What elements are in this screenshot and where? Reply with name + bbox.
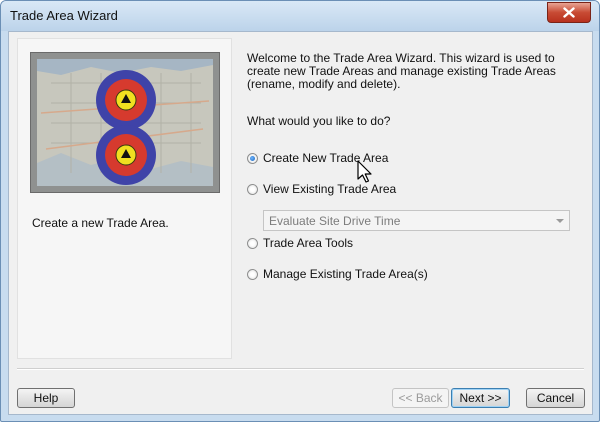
title-bar[interactable]: Trade Area Wizard <box>1 1 599 31</box>
back-button[interactable]: << Back <box>392 388 449 408</box>
intro-text: Welcome to the Trade Area Wizard. This w… <box>247 51 556 91</box>
wizard-body: Create a new Trade Area. Welcome to the … <box>8 31 593 415</box>
option-label: Trade Area Tools <box>263 236 354 250</box>
option-description: Create a new Trade Area. <box>32 216 169 230</box>
window-title: Trade Area Wizard <box>10 8 118 23</box>
footer-divider <box>17 368 584 370</box>
close-icon <box>563 7 575 18</box>
trade-area-map-icon <box>30 52 220 193</box>
next-button[interactable]: Next >> <box>451 388 510 408</box>
question-label: What would you like to do? <box>247 114 391 128</box>
option-view-existing-trade-area[interactable]: View Existing Trade Area <box>247 182 396 196</box>
help-button[interactable]: Help <box>17 388 75 408</box>
option-manage-existing-trade-areas[interactable]: Manage Existing Trade Area(s) <box>247 267 428 281</box>
radio-create-new[interactable] <box>247 152 258 164</box>
illustration-panel: Create a new Trade Area. <box>17 38 232 359</box>
radio-view-existing[interactable] <box>247 183 258 195</box>
trade-area-dropdown[interactable]: Evaluate Site Drive Time <box>263 210 570 231</box>
mouse-pointer-icon <box>357 160 372 183</box>
close-button[interactable] <box>547 2 591 23</box>
option-label: View Existing Trade Area <box>263 182 397 196</box>
options-panel: Welcome to the Trade Area Wizard. This w… <box>247 51 577 281</box>
radio-trade-area-tools[interactable] <box>247 237 258 249</box>
option-label: Manage Existing Trade Area(s) <box>263 267 428 281</box>
wizard-window: Trade Area Wizard Create a new Trade Are… <box>0 0 600 422</box>
chevron-down-icon <box>556 219 564 223</box>
option-trade-area-tools[interactable]: Trade Area Tools <box>247 236 353 250</box>
dropdown-value: Evaluate Site Drive Time <box>269 214 401 228</box>
radio-manage-existing[interactable] <box>247 268 258 280</box>
cancel-button[interactable]: Cancel <box>526 388 585 408</box>
